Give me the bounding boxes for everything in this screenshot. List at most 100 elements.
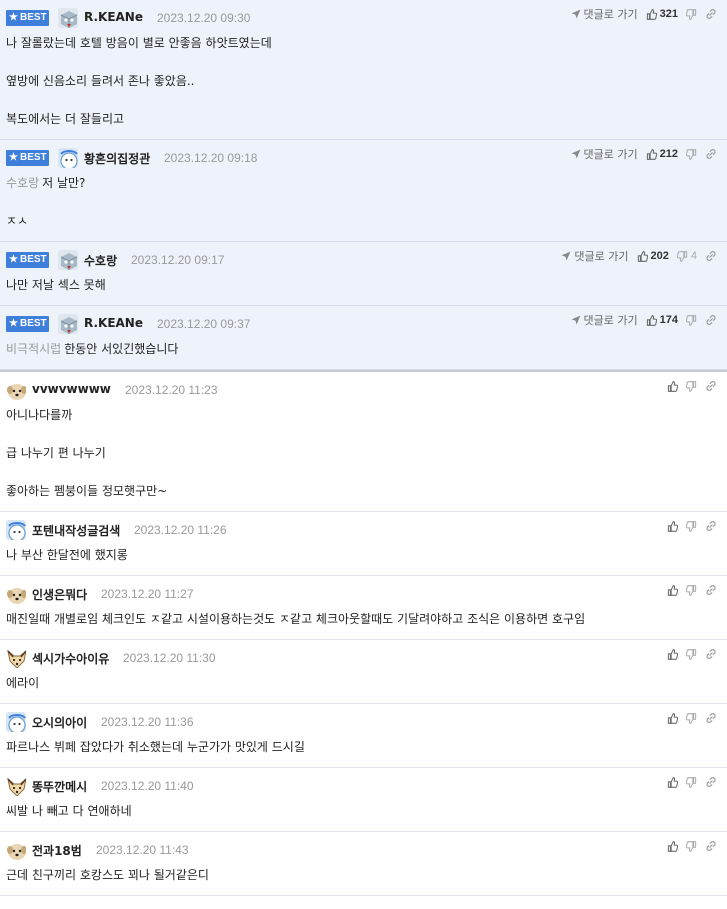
author-nickname[interactable]: 수호랑	[84, 252, 117, 269]
link-icon[interactable]	[705, 8, 717, 20]
link-icon[interactable]	[705, 840, 717, 852]
mention-link[interactable]: 수호랑	[6, 176, 39, 190]
comment-text: 저 날만?	[42, 176, 86, 190]
thumbs-down-icon	[686, 520, 697, 532]
thumbs-down-icon	[686, 584, 697, 596]
comment-actions	[667, 774, 717, 790]
thumbs-down-icon	[686, 380, 697, 392]
upvote-button[interactable]	[667, 380, 678, 392]
author-nickname[interactable]: 섹시가수아이유	[32, 650, 109, 667]
author-nickname[interactable]: 전과18범	[32, 842, 82, 859]
link-icon[interactable]	[705, 314, 717, 326]
link-icon[interactable]	[705, 250, 717, 262]
downvote-button[interactable]	[686, 840, 697, 852]
link-icon[interactable]	[705, 648, 717, 660]
cube-avatar[interactable]	[58, 314, 78, 334]
comment-line: 아니나다를까	[6, 406, 727, 425]
comment-date: 2023.12.20 11:27	[101, 587, 194, 601]
comment-text: 매진일때 개별로임 체크인도 ㅈ같고 시설이용하는것도 ㅈ같고 체크아웃할때도 …	[6, 612, 586, 626]
puppy-avatar[interactable]	[6, 584, 26, 604]
downvote-button[interactable]	[686, 776, 697, 788]
author-nickname[interactable]: R.KEANe	[84, 10, 143, 24]
comment-body: 나 부산 한달전에 했지롱	[6, 540, 727, 575]
upvote-button[interactable]: 174	[646, 314, 678, 326]
goto-comment-button[interactable]: 댓글로 가기	[561, 248, 629, 264]
fox-avatar[interactable]	[6, 648, 26, 668]
puppy-avatar[interactable]	[6, 380, 26, 400]
comment-date: 2023.12.20 11:23	[125, 383, 218, 397]
upvote-button[interactable]	[667, 520, 678, 532]
comment-text: 복도에서는 더 잘들리고	[6, 112, 125, 126]
upvote-button[interactable]	[667, 648, 678, 660]
author-nickname[interactable]: vvwvwwww	[32, 382, 111, 396]
upvote-button[interactable]: 212	[646, 148, 678, 160]
upvote-button[interactable]	[667, 776, 678, 788]
link-icon[interactable]	[705, 380, 717, 392]
goto-label: 댓글로 가기	[583, 8, 638, 21]
downvote-button[interactable]: 4	[676, 250, 697, 262]
downvote-button[interactable]	[686, 8, 697, 20]
comment-line: 근데 친구끼리 호캉스도 꾀나 될거같은디	[6, 866, 727, 885]
fox-avatar[interactable]	[6, 776, 26, 796]
downvote-button[interactable]	[686, 712, 697, 724]
comment-date: 2023.12.20 11:36	[101, 715, 194, 729]
snowman-avatar[interactable]	[58, 148, 78, 168]
thumbs-up-icon	[667, 520, 678, 532]
upvote-button[interactable]	[667, 840, 678, 852]
downvote-button[interactable]	[686, 648, 697, 660]
goto-comment-button[interactable]: 댓글로 가기	[571, 6, 638, 22]
author-nickname[interactable]: 포텐내작성글검색	[32, 522, 120, 539]
author-nickname[interactable]: 똥뚜깐메시	[32, 778, 87, 795]
puppy-avatar[interactable]	[6, 840, 26, 860]
comment-actions: 댓글로 가기 202 4	[561, 248, 717, 264]
cube-avatar[interactable]	[58, 8, 78, 28]
comment-line: 수호랑 저 날만?	[6, 174, 727, 193]
comment-text: 나만 저날 섹스 못해	[6, 278, 106, 292]
downvote-button[interactable]	[686, 520, 697, 532]
snowman-avatar[interactable]	[6, 520, 26, 540]
snowman-avatar[interactable]	[6, 712, 26, 732]
downvote-button[interactable]	[686, 380, 697, 392]
mention-link[interactable]: 비극적시럽	[6, 342, 61, 356]
cube-avatar[interactable]	[58, 250, 78, 270]
downvote-button[interactable]	[686, 148, 697, 160]
link-icon[interactable]	[705, 520, 717, 532]
comment-line: 나 잘롤랐는데 호텔 방음이 별로 안좋음 하앗트였는데	[6, 34, 727, 53]
author-nickname[interactable]: 황혼의집정관	[84, 150, 150, 167]
comment-text: 나 잘롤랐는데 호텔 방음이 별로 안좋음 하앗트였는데	[6, 36, 272, 50]
comment-line: 파르나스 뷔페 잡았다가 취소했는데 누군가가 맛있게 드시길	[6, 738, 727, 757]
goto-comment-button[interactable]: 댓글로 가기	[571, 312, 638, 328]
upvote-button[interactable]: 202	[637, 250, 669, 262]
comment: 인생은뭐다 2023.12.20 11:27 매진일때 개별로임 체크인도 ㅈ같고 …	[0, 576, 727, 640]
comment-body: 나만 저날 섹스 못해	[6, 270, 727, 305]
best-badge: ★ BEST	[6, 10, 49, 26]
goto-label: 댓글로 가기	[583, 148, 638, 161]
upvote-button[interactable]: 321	[646, 8, 678, 20]
best-comment: ★ BEST 황혼의집정관 2023.12.20 09:18 댓글로 가기 212 수호랑 저…	[0, 140, 727, 242]
thumbs-down-icon	[686, 776, 697, 788]
goto-comment-button[interactable]: 댓글로 가기	[571, 146, 638, 162]
downvote-button[interactable]	[686, 584, 697, 596]
comment-body: 매진일때 개별로임 체크인도 ㅈ같고 시설이용하는것도 ㅈ같고 체크아웃할때도 …	[6, 604, 727, 639]
comment: 포텐내작성글검색 2023.12.20 11:26 나 부산 한달전에 했지롱	[0, 512, 727, 576]
upvote-button[interactable]	[667, 712, 678, 724]
comment-line: ㅈㅅ	[6, 212, 727, 231]
link-icon[interactable]	[705, 148, 717, 160]
link-icon[interactable]	[705, 712, 717, 724]
comment-header: 섹시가수아이유 2023.12.20 11:30	[6, 648, 727, 668]
upvote-count: 212	[659, 148, 678, 160]
author-nickname[interactable]: R.KEANe	[84, 316, 143, 330]
link-icon[interactable]	[705, 584, 717, 596]
thumbs-down-icon	[686, 648, 697, 660]
comment-text: 좋아하는 펨붕이들 정모햇구만~	[6, 484, 168, 498]
comment-line: 씨발 나 빼고 다 연애하네	[6, 802, 727, 821]
upvote-button[interactable]	[667, 584, 678, 596]
comment: 섹시가수아이유 2023.12.20 11:30 에라이	[0, 640, 727, 704]
best-label: BEST	[19, 318, 47, 329]
downvote-button[interactable]	[686, 314, 697, 326]
link-icon[interactable]	[705, 776, 717, 788]
author-nickname[interactable]: 오시의아이	[32, 714, 87, 731]
star-icon: ★	[9, 12, 18, 23]
author-nickname[interactable]: 인생은뭐다	[32, 586, 87, 603]
comment-line: 급 나누기 편 나누기	[6, 444, 727, 463]
